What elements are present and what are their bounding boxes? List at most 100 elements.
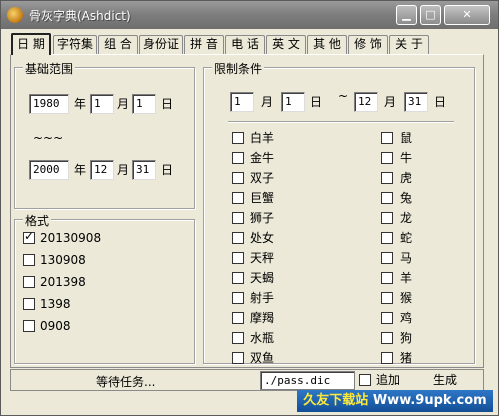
end-day-unit: 日 (161, 163, 174, 177)
chinese-zodiac-label-pig: 猪 (400, 351, 413, 365)
limits-title: 限制条件 (212, 60, 265, 77)
zodiac-checkbox-leo[interactable] (232, 212, 244, 224)
zodiac-label-gemini: 双子 (250, 171, 275, 185)
start-year-unit: 年 (74, 97, 87, 111)
zodiac-label-sagittarius: 射手 (250, 291, 275, 305)
title-bar[interactable]: 骨灰字典(Ashdict) ▁ □ ✕ (1, 1, 498, 29)
append-label: 追加 (376, 373, 401, 387)
generate-button[interactable]: 生成 (409, 371, 481, 390)
zodiac-label-scorpio: 天蝎 (250, 271, 275, 285)
tab-combination[interactable]: 组 合 (98, 35, 138, 54)
format-label-201398: 201398 (40, 275, 86, 289)
limit-from-day-field[interactable]: 1 (281, 92, 305, 112)
zodiac-checkbox-libra[interactable] (232, 252, 244, 264)
chinese-zodiac-label-monkey: 猴 (400, 291, 413, 305)
format-checkbox-201398[interactable] (23, 276, 35, 288)
chinese-zodiac-checkbox-rat[interactable] (381, 132, 393, 144)
zodiac-checkbox-gemini[interactable] (232, 172, 244, 184)
start-day-field[interactable]: 1 (132, 94, 156, 114)
tab-date[interactable]: 日 期 (11, 33, 51, 55)
chinese-zodiac-checkbox-tiger[interactable] (381, 172, 393, 184)
start-month-field[interactable]: 1 (90, 94, 114, 114)
range-tilde: ~~~ (33, 131, 64, 145)
end-month-unit: 月 (117, 163, 130, 177)
format-checkbox-130908[interactable] (23, 254, 35, 266)
limit-from-month-unit: 月 (261, 95, 274, 109)
chinese-zodiac-label-ox: 牛 (400, 151, 413, 165)
minimize-button[interactable]: ▁ (396, 5, 417, 25)
zodiac-checkbox-sagittarius[interactable] (232, 292, 244, 304)
zodiac-checkbox-aries[interactable] (232, 132, 244, 144)
chinese-zodiac-checkbox-horse[interactable] (381, 252, 393, 264)
chinese-zodiac-label-dragon: 龙 (400, 211, 413, 225)
zodiac-label-cancer: 巨蟹 (250, 191, 275, 205)
zodiac-label-virgo: 处女 (250, 231, 275, 245)
start-year-field[interactable]: 1980 (29, 94, 69, 114)
chinese-zodiac-label-rooster: 鸡 (400, 311, 413, 325)
watermark-url: Www.9upk.com (372, 393, 487, 408)
chinese-zodiac-label-rat: 鼠 (400, 131, 413, 145)
format-label-0908: 0908 (40, 319, 71, 333)
tab-phone[interactable]: 电 话 (225, 35, 265, 54)
end-day-field[interactable]: 31 (132, 160, 156, 180)
chinese-zodiac-checkbox-dog[interactable] (381, 332, 393, 344)
start-month-unit: 月 (117, 97, 130, 111)
app-window: 骨灰字典(Ashdict) ▁ □ ✕ 日 期 字符集 组 合 身份证 拼 音 … (0, 0, 499, 416)
zodiac-label-libra: 天秤 (250, 251, 275, 265)
zodiac-checkbox-capricorn[interactable] (232, 312, 244, 324)
end-year-field[interactable]: 2000 (29, 160, 69, 180)
format-checkbox-20130908[interactable] (23, 229, 35, 244)
zodiac-checkbox-aquarius[interactable] (232, 332, 244, 344)
close-button[interactable]: ✕ (444, 5, 490, 25)
zodiac-checkbox-cancer[interactable] (232, 192, 244, 204)
chinese-zodiac-label-snake: 蛇 (400, 231, 413, 245)
format-checkbox-0908[interactable] (23, 320, 35, 332)
chinese-zodiac-label-dog: 狗 (400, 331, 413, 345)
zodiac-label-capricorn: 摩羯 (250, 311, 275, 325)
chinese-zodiac-label-goat: 羊 (400, 271, 413, 285)
chinese-zodiac-checkbox-snake[interactable] (381, 232, 393, 244)
zodiac-label-aries: 白羊 (250, 131, 275, 145)
zodiac-checkbox-virgo[interactable] (232, 232, 244, 244)
status-text: 等待任务... (96, 375, 156, 389)
zodiac-label-leo: 狮子 (250, 211, 275, 225)
window-title: 骨灰字典(Ashdict) (29, 9, 131, 23)
end-month-field[interactable]: 12 (90, 160, 114, 180)
maximize-button[interactable]: □ (420, 5, 441, 25)
tab-id-card[interactable]: 身份证 (139, 35, 183, 54)
chinese-zodiac-label-tiger: 虎 (400, 171, 413, 185)
chinese-zodiac-checkbox-goat[interactable] (381, 272, 393, 284)
zodiac-checkbox-pisces[interactable] (232, 352, 244, 364)
limit-tilde: ~ (338, 89, 349, 103)
limit-from-day-unit: 日 (310, 95, 323, 109)
chinese-zodiac-checkbox-ox[interactable] (381, 152, 393, 164)
limit-to-month-field[interactable]: 12 (354, 92, 378, 112)
chinese-zodiac-checkbox-dragon[interactable] (381, 212, 393, 224)
format-title: 格式 (23, 212, 52, 229)
tab-other[interactable]: 其 他 (307, 35, 347, 54)
zodiac-checkbox-taurus[interactable] (232, 152, 244, 164)
app-icon (7, 7, 23, 23)
tab-pinyin[interactable]: 拼 音 (184, 35, 224, 54)
format-label-130908: 130908 (40, 253, 86, 267)
chinese-zodiac-checkbox-rabbit[interactable] (381, 192, 393, 204)
chinese-zodiac-checkbox-monkey[interactable] (381, 292, 393, 304)
site-watermark: 久友下载站 Www.9upk.com (297, 390, 493, 412)
limit-to-day-field[interactable]: 31 (404, 92, 428, 112)
output-file-field[interactable]: ./pass.dic (260, 371, 355, 390)
limit-from-month-field[interactable]: 1 (230, 92, 254, 112)
tab-charset[interactable]: 字符集 (53, 35, 97, 54)
zodiac-checkbox-scorpio[interactable] (232, 272, 244, 284)
chinese-zodiac-checkbox-pig[interactable] (381, 352, 393, 364)
tab-english[interactable]: 英 文 (266, 35, 306, 54)
tab-about[interactable]: 关 于 (389, 35, 429, 54)
start-day-unit: 日 (161, 97, 174, 111)
zodiac-label-aquarius: 水瓶 (250, 331, 275, 345)
format-checkbox-1398[interactable] (23, 298, 35, 310)
append-checkbox[interactable] (359, 374, 371, 386)
tab-modify[interactable]: 修 饰 (348, 35, 388, 54)
format-label-1398: 1398 (40, 297, 71, 311)
limits-separator (228, 121, 454, 123)
chinese-zodiac-checkbox-rooster[interactable] (381, 312, 393, 324)
format-label-20130908: 20130908 (40, 231, 102, 245)
